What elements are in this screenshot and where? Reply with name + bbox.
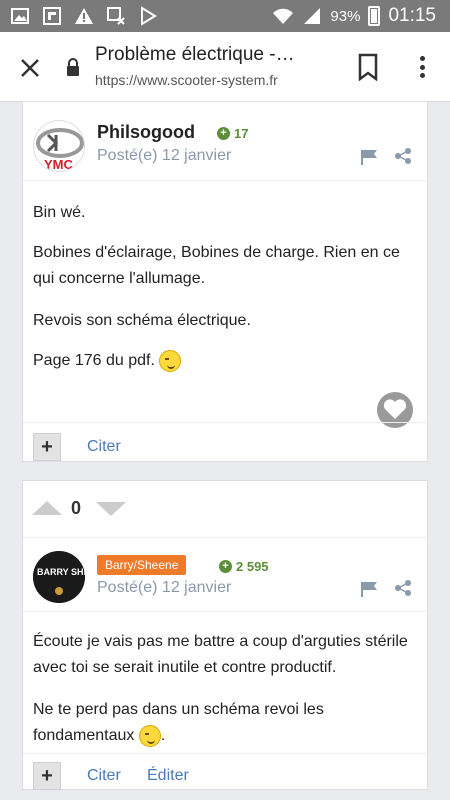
quote-button[interactable]: Citer (87, 767, 121, 785)
battery-percent: 93% (330, 7, 361, 25)
share-icon[interactable] (395, 580, 411, 596)
author-badge[interactable]: Barry/Sheene (97, 555, 187, 575)
play-store-icon (138, 6, 158, 26)
avatar[interactable]: BARRY SHEENE (33, 551, 85, 603)
dot-icon (419, 73, 425, 78)
flipboard-icon (42, 6, 62, 26)
post-date[interactable]: Posté(e) 12 janvier (97, 579, 231, 597)
wink-emoji-icon (138, 724, 161, 747)
system-indicators: 93% 01:15 (272, 0, 436, 32)
upvote-button[interactable] (32, 501, 62, 515)
post-paragraph-wrap: Page 176 du pdf. (33, 348, 413, 374)
page-url[interactable]: https://www.scooter-system.fr (95, 72, 278, 88)
translate-icon (106, 6, 126, 26)
battery-icon (368, 6, 381, 26)
downvote-button[interactable] (96, 502, 126, 516)
multiquote-button[interactable]: + (33, 762, 61, 790)
warning-icon (74, 6, 94, 26)
forum-post: 0 BARRY SHEENE Barry/Sheene + 2 595 Post… (22, 480, 428, 790)
divider (23, 611, 427, 612)
forum-post: YMC Philsogood + 17 Posté(e) 12 janvier … (22, 102, 428, 462)
flag-icon[interactable] (361, 149, 379, 165)
vote-count: 0 (71, 498, 82, 518)
dot-icon (419, 56, 425, 61)
signal-icon (304, 8, 321, 24)
gallery-icon (10, 6, 30, 26)
divider (23, 180, 427, 181)
share-icon[interactable] (395, 148, 411, 164)
plus-circle-icon: + (219, 560, 232, 573)
svg-text:BARRY SHEENE: BARRY SHEENE (37, 567, 85, 577)
clock: 01:15 (388, 5, 436, 26)
plus-circle-icon: + (217, 127, 230, 140)
wink-emoji-icon (159, 349, 182, 372)
reputation: + 17 (217, 126, 248, 141)
divider (23, 422, 427, 423)
quote-button[interactable]: Citer (87, 438, 121, 456)
post-paragraph: Bin wé. (33, 204, 86, 221)
page-title: Problème électrique -… (95, 44, 295, 65)
post-paragraph: Bobines d'éclairage, Bobines de charge. … (33, 244, 400, 287)
edit-button[interactable]: Éditer (147, 767, 189, 785)
post-paragraph-wrap: Ne te perd pas dans un schéma revoi les … (33, 697, 413, 749)
post-paragraph: Ne te perd pas dans un schéma revoi les … (33, 701, 324, 744)
reputation-count: 17 (234, 126, 249, 141)
status-bar: 93% 01:15 (0, 0, 450, 32)
post-paragraph: Page 176 du pdf. (33, 352, 155, 369)
dot-icon (419, 64, 425, 70)
author-name[interactable]: Philsogood (97, 122, 195, 143)
close-icon (21, 59, 39, 77)
divider (23, 537, 427, 538)
reputation-count: 2 595 (236, 559, 269, 574)
period-text: . (160, 727, 166, 744)
avatar[interactable]: YMC (33, 120, 85, 172)
svg-text:YMC: YMC (44, 157, 74, 172)
wifi-icon (273, 8, 294, 24)
lock-icon (67, 58, 79, 76)
notification-icons (10, 6, 158, 26)
more-menu-button[interactable] (412, 52, 432, 82)
post-paragraph: Revois son schéma électrique. (33, 312, 251, 329)
multiquote-button[interactable]: + (33, 433, 61, 461)
post-paragraph: Écoute je vais pas me battre a coup d'ar… (33, 633, 408, 676)
reputation: + 2 595 (219, 559, 269, 574)
browser-toolbar: Problème électrique -… https://www.scoot… (0, 32, 450, 102)
divider (23, 753, 427, 754)
close-tab-button[interactable] (16, 54, 44, 82)
bookmark-icon[interactable] (356, 53, 380, 81)
flag-icon[interactable] (361, 581, 379, 597)
post-date[interactable]: Posté(e) 12 janvier (97, 147, 231, 165)
